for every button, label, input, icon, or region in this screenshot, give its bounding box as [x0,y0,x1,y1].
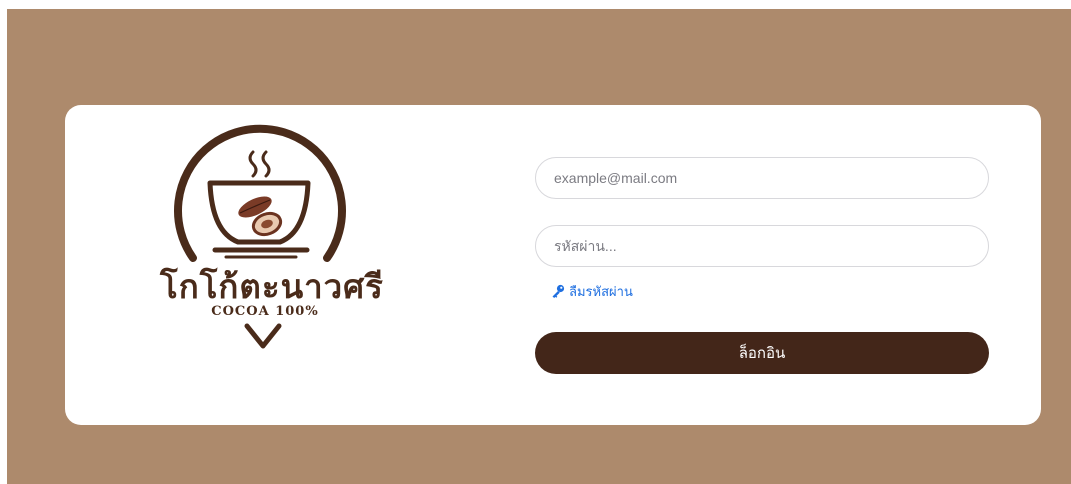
login-button[interactable]: ล็อกอิน [535,332,989,374]
forgot-password-link[interactable]: ลืมรหัสผ่าน [551,281,633,301]
password-field[interactable] [535,225,989,267]
brand-logo: โกโก้ตะนาวศรี COCOA 100% [160,120,383,365]
page-background: โกโก้ตะนาวศรี COCOA 100% ลืมรหัสผ่าน ล็อ… [7,9,1071,484]
brand-tagline: COCOA 100% [211,304,319,319]
login-card: โกโก้ตะนาวศรี COCOA 100% ลืมรหัสผ่าน ล็อ… [65,105,1041,425]
key-icon [552,284,565,298]
coffee-cup-logo-graphic [174,124,346,349]
email-field[interactable] [535,157,989,199]
forgot-password-label: ลืมรหัสผ่าน [569,283,633,299]
